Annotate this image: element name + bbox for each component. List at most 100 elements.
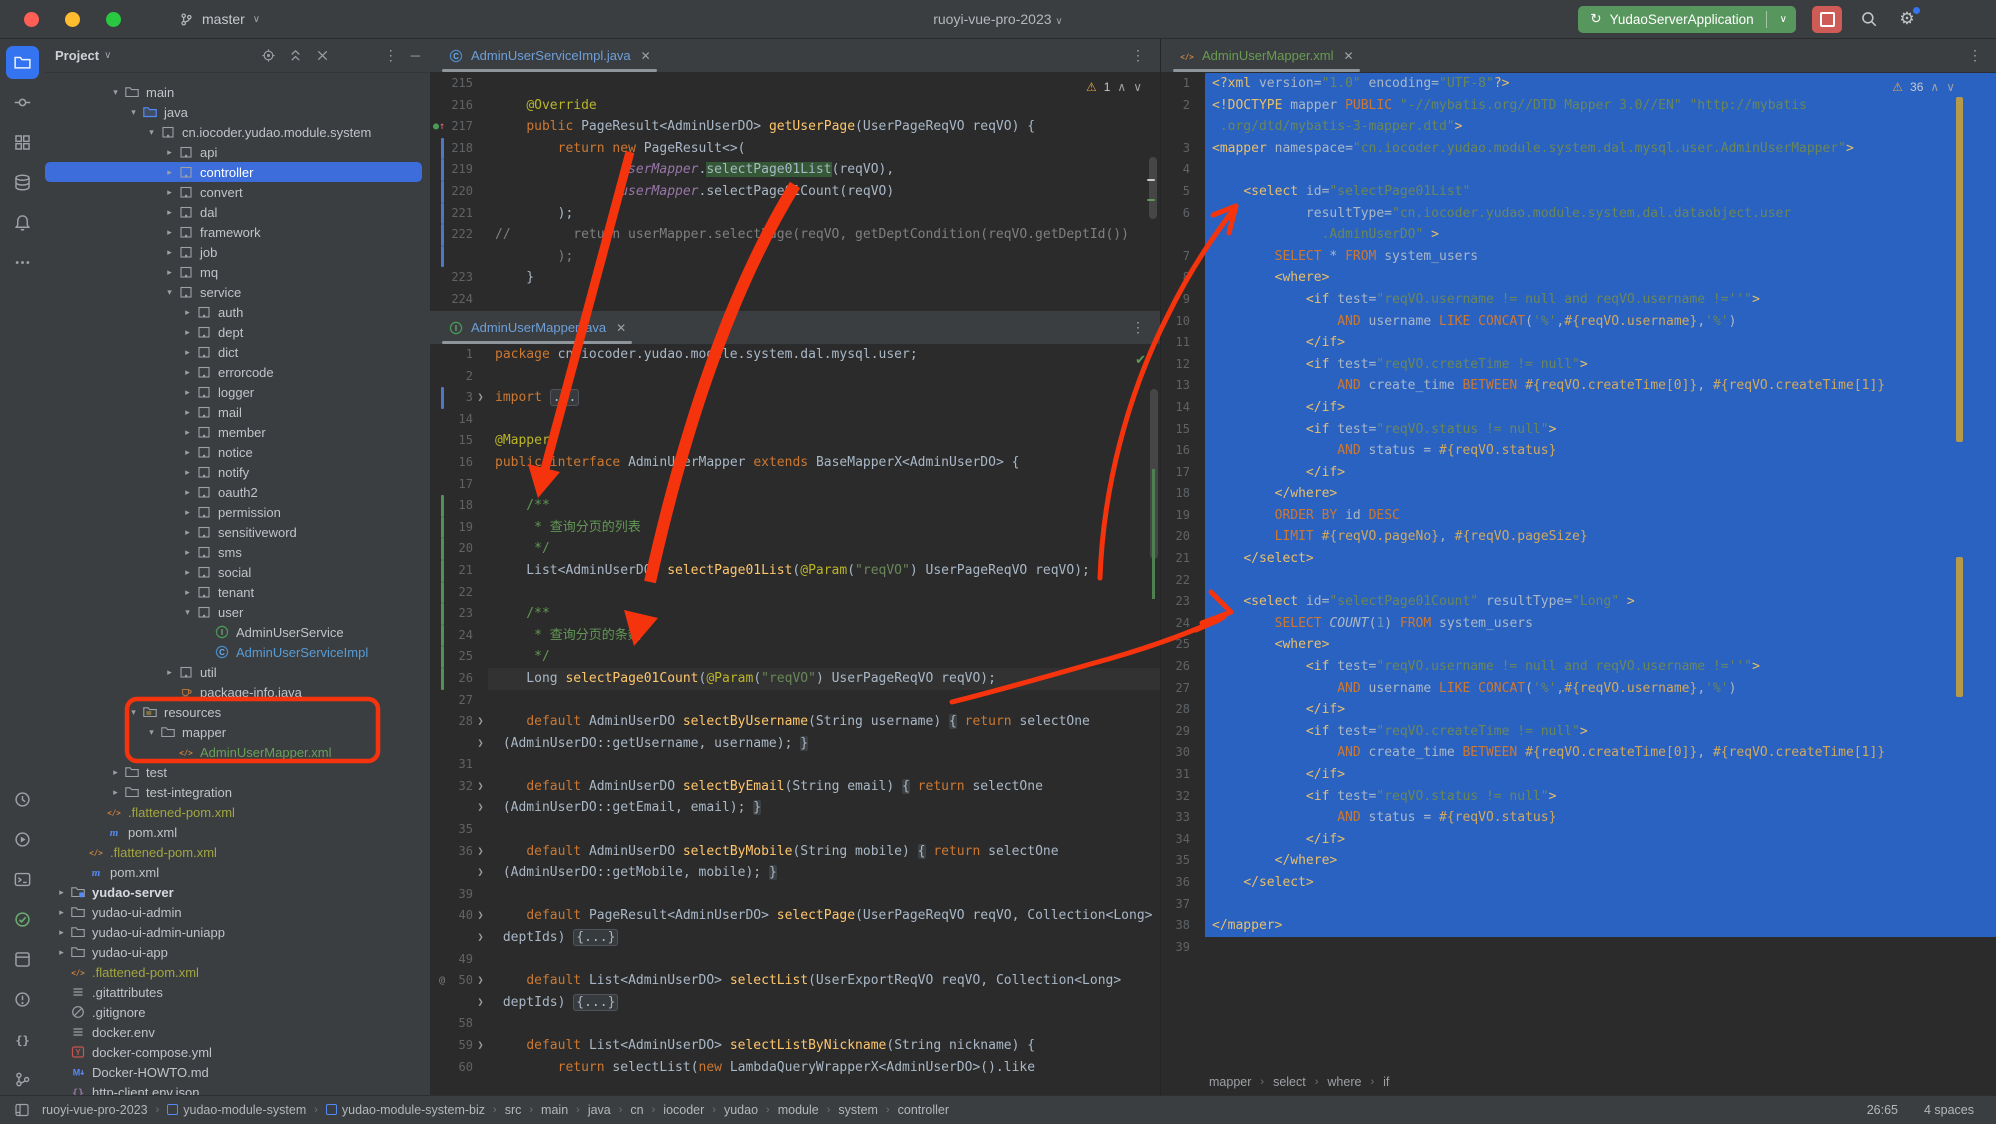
- chevron-right-icon[interactable]: ▸: [53, 887, 70, 898]
- code-text[interactable]: /**: [488, 603, 1160, 625]
- code-line[interactable]: 37: [1161, 894, 1996, 916]
- settings-button[interactable]: ⚙: [1896, 8, 1918, 30]
- breadcrumb-item[interactable]: where: [1327, 1075, 1361, 1089]
- code-text[interactable]: </mapper>: [1205, 915, 1996, 937]
- run-configuration-button[interactable]: ↻ YudaoServerApplication ∨: [1578, 6, 1796, 33]
- gutter[interactable]: 2: [1161, 95, 1205, 117]
- tree-item--flattened-pom-xml[interactable]: </>.flattened-pom.xml: [45, 842, 422, 862]
- breadcrumb-item[interactable]: mapper: [1209, 1075, 1251, 1089]
- line-number[interactable]: 4: [1164, 159, 1190, 181]
- gutter[interactable]: 16: [430, 452, 488, 474]
- code-line[interactable]: 26 Long selectPage01Count(@Param("reqVO"…: [430, 668, 1160, 690]
- gutter[interactable]: 10: [1161, 311, 1205, 333]
- status-path-item[interactable]: ruoyi-vue-pro-2023: [42, 1103, 148, 1117]
- code-line[interactable]: 39: [1161, 937, 1996, 959]
- tree-item-oauth2[interactable]: ▸oauth2: [45, 482, 422, 502]
- gutter[interactable]: ❯: [430, 927, 488, 949]
- line-number[interactable]: 37: [1164, 894, 1190, 916]
- code-line[interactable]: 11 </if>: [1161, 332, 1996, 354]
- chevron-down-icon[interactable]: ▾: [125, 107, 142, 118]
- code-text[interactable]: }: [488, 267, 1160, 289]
- gutter[interactable]: 19: [430, 517, 488, 539]
- code-text[interactable]: [488, 1013, 1160, 1035]
- code-text[interactable]: [488, 73, 1160, 95]
- tree-item-notify[interactable]: ▸notify: [45, 462, 422, 482]
- chevron-right-icon[interactable]: ▸: [179, 587, 196, 598]
- tree-item-mq[interactable]: ▸mq: [45, 262, 422, 282]
- code-text[interactable]: <if test="reqVO.username != null and req…: [1205, 656, 1996, 678]
- gutter[interactable]: 3: [1161, 138, 1205, 160]
- tree-item-adminuserservice[interactable]: IAdminUserService: [45, 622, 422, 642]
- chevron-right-icon[interactable]: ▸: [179, 567, 196, 578]
- inspections-widget-right[interactable]: ⚠36 ∧∨: [1892, 80, 1955, 94]
- activity-endpoints-icon[interactable]: {}: [6, 1023, 39, 1056]
- code-line[interactable]: 4: [1161, 159, 1996, 181]
- gutter[interactable]: 1: [430, 344, 488, 366]
- code-text[interactable]: import ...: [488, 387, 1160, 409]
- tree-item-yudao-ui-admin[interactable]: ▸yudao-ui-admin: [45, 902, 422, 922]
- gutter[interactable]: 20: [1161, 526, 1205, 548]
- code-line[interactable]: ❯ (AdminUserDO::getEmail, email); }: [430, 797, 1160, 819]
- fold-arrow-icon[interactable]: ❯: [475, 776, 486, 798]
- code-line[interactable]: ❯ (AdminUserDO::getUsername, username); …: [430, 733, 1160, 755]
- chevron-down-icon[interactable]: ▾: [179, 607, 196, 618]
- tree-item-cn-iocoder-yudao-module-system[interactable]: ▾cn.iocoder.yudao.module.system: [45, 122, 422, 142]
- tree-item-yudao-ui-app[interactable]: ▸yudao-ui-app: [45, 942, 422, 962]
- code-line[interactable]: 32 <if test="reqVO.status != null">: [1161, 786, 1996, 808]
- code-text[interactable]: AND create_time BETWEEN #{reqVO.createTi…: [1205, 375, 1996, 397]
- line-number[interactable]: 20: [1164, 526, 1190, 548]
- code-line[interactable]: 14: [430, 409, 1160, 431]
- code-text[interactable]: <!DOCTYPE mapper PUBLIC "-//mybatis.org/…: [1205, 95, 1996, 117]
- gutter[interactable]: 20: [430, 538, 488, 560]
- code-text[interactable]: <if test="reqVO.status != null">: [1205, 786, 1996, 808]
- line-number[interactable]: 9: [1164, 289, 1190, 311]
- gutter[interactable]: ❯: [430, 992, 488, 1014]
- code-line[interactable]: 40❯ default PageResult<AdminUserDO> sele…: [430, 905, 1160, 927]
- chevron-right-icon[interactable]: ▸: [179, 547, 196, 558]
- expand-all-icon[interactable]: [288, 48, 303, 63]
- code-text[interactable]: default List<AdminUserDO> selectListByNi…: [488, 1035, 1160, 1057]
- status-path-item[interactable]: yudao-module-system-biz: [326, 1103, 485, 1117]
- line-number[interactable]: 28: [447, 711, 473, 733]
- code-line[interactable]: 18 </where>: [1161, 483, 1996, 505]
- tree-item--flattened-pom-xml[interactable]: </>.flattened-pom.xml: [45, 962, 422, 982]
- gutter[interactable]: 22: [1161, 570, 1205, 592]
- code-line[interactable]: ●↑217 public PageResult<AdminUserDO> get…: [430, 116, 1160, 138]
- code-line[interactable]: );: [430, 246, 1160, 268]
- tree-item-pom-xml[interactable]: mpom.xml: [45, 822, 422, 842]
- gutter[interactable]: 17: [430, 474, 488, 496]
- code-line[interactable]: 49: [430, 949, 1160, 971]
- gutter[interactable]: 36: [1161, 872, 1205, 894]
- code-line[interactable]: 2<!DOCTYPE mapper PUBLIC "-//mybatis.org…: [1161, 95, 1996, 117]
- gutter[interactable]: 36❯: [430, 841, 488, 863]
- tree-item-docker-howto-md[interactable]: MDocker-HOWTO.md: [45, 1062, 422, 1082]
- line-number[interactable]: 32: [447, 776, 473, 798]
- gutter[interactable]: 26: [1161, 656, 1205, 678]
- code-line[interactable]: 15@Mapper: [430, 430, 1160, 452]
- search-everywhere-button[interactable]: [1858, 8, 1880, 30]
- code-text[interactable]: [488, 366, 1160, 388]
- code-text[interactable]: default AdminUserDO selectByUsername(Str…: [488, 711, 1160, 733]
- line-number[interactable]: 28: [1164, 699, 1190, 721]
- line-number[interactable]: 15: [1164, 419, 1190, 441]
- caret-position[interactable]: 26:65: [1867, 1103, 1898, 1117]
- gutter[interactable]: 60: [430, 1057, 488, 1079]
- fold-arrow-icon[interactable]: ❯: [475, 862, 486, 884]
- code-text[interactable]: <if test="reqVO.status != null">: [1205, 419, 1996, 441]
- tree-item-dept[interactable]: ▸dept: [45, 322, 422, 342]
- gutter[interactable]: 15: [1161, 419, 1205, 441]
- code-line[interactable]: 35 </where>: [1161, 850, 1996, 872]
- prev-problem-icon[interactable]: ∧: [1117, 80, 1126, 94]
- code-line[interactable]: @50❯ default List<AdminUserDO> selectLis…: [430, 970, 1160, 992]
- code-text[interactable]: [488, 884, 1160, 906]
- line-number[interactable]: 36: [1164, 872, 1190, 894]
- code-line[interactable]: 26 <if test="reqVO.username != null and …: [1161, 656, 1996, 678]
- line-number[interactable]: 19: [447, 517, 473, 539]
- tree-item-dict[interactable]: ▸dict: [45, 342, 422, 362]
- gutter[interactable]: 5: [1161, 181, 1205, 203]
- chevron-down-icon[interactable]: ▾: [143, 127, 160, 138]
- gutter[interactable]: 25: [1161, 634, 1205, 656]
- code-text[interactable]: [488, 289, 1160, 311]
- status-path-item[interactable]: src: [505, 1103, 522, 1117]
- chevron-down-icon[interactable]: ▾: [107, 87, 124, 98]
